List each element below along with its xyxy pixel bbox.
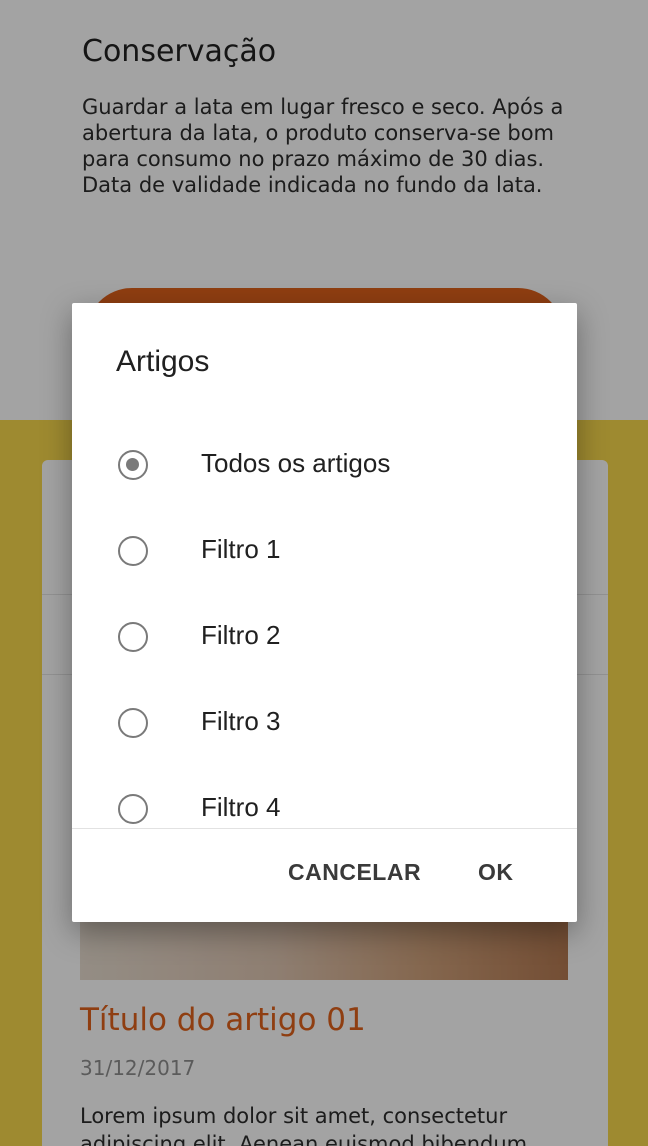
option-filter-2[interactable]: Filtro 2 [72,596,577,682]
option-label: Filtro 1 [201,534,281,564]
radio-dot [126,458,139,471]
option-label: Filtro 4 [201,792,281,822]
option-all-articles[interactable]: Todos os artigos [72,424,577,510]
option-filter-1[interactable]: Filtro 1 [72,510,577,596]
actions-divider [72,828,577,829]
options-list[interactable]: Todos os artigos Filtro 1 Filtro 2 Filtr… [72,407,577,828]
radio-selected-icon[interactable] [118,450,148,480]
option-filter-3[interactable]: Filtro 3 [72,682,577,768]
ok-button[interactable]: OK [478,859,514,886]
option-label: Filtro 2 [201,620,281,650]
radio-unselected-icon[interactable] [118,622,148,652]
option-label: Filtro 3 [201,706,281,736]
radio-unselected-icon[interactable] [118,708,148,738]
screen: Conservação Guardar a lata em lugar fres… [0,0,648,1146]
option-label: Todos os artigos [201,448,391,478]
cancel-button[interactable]: CANCELAR [288,859,421,886]
radio-unselected-icon[interactable] [118,794,148,824]
filter-dialog: Artigos Todos os artigos Filtro 1 Filtro… [72,303,577,922]
option-filter-4[interactable]: Filtro 4 [72,768,577,828]
dialog-title: Artigos [116,345,210,378]
radio-unselected-icon[interactable] [118,536,148,566]
